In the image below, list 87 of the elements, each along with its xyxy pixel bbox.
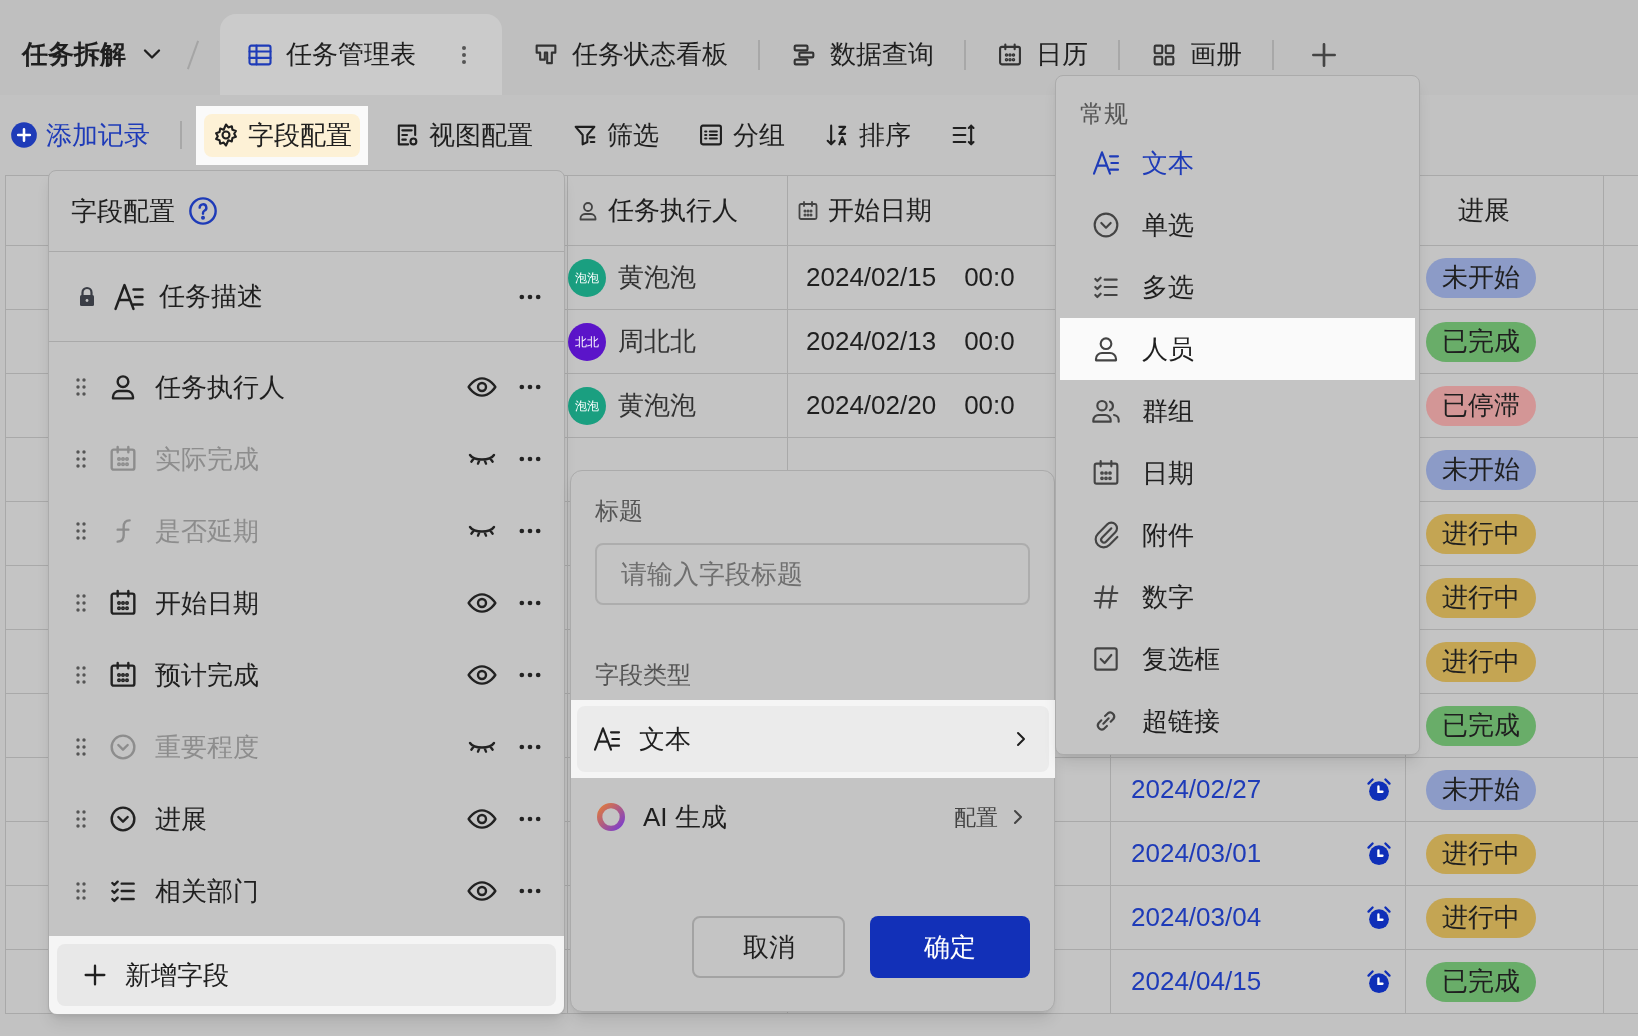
status-tag: 已完成 — [1426, 705, 1536, 746]
table-cell-text: 00:0 — [964, 389, 1015, 422]
table-cell-text: 2024/02/20 — [806, 389, 937, 422]
menu-item[interactable]: 附件 — [1060, 504, 1415, 566]
view-tab[interactable]: 画册 — [1120, 14, 1272, 95]
menu-item[interactable]: 数字 — [1060, 566, 1415, 628]
field-label: 字段类型 — [594, 660, 692, 690]
status-tag: 已停滞 — [1426, 385, 1536, 426]
drag-handle-icon[interactable] — [75, 663, 87, 687]
drag-handle-icon[interactable] — [75, 375, 87, 399]
menu-item[interactable]: 单选 — [1060, 194, 1415, 256]
ai-label: AI 生成 — [643, 800, 728, 834]
field-config-button[interactable]: 字段配置 — [196, 105, 368, 165]
toolbar-button[interactable]: 筛选 — [562, 105, 668, 165]
drag-handle-icon[interactable] — [75, 519, 87, 543]
panel-title: 字段配置 — [71, 194, 175, 228]
view-tab[interactable]: 日历 — [966, 14, 1118, 95]
toolbar-button[interactable]: 分组 — [688, 105, 794, 165]
alarm-icon — [1365, 775, 1393, 804]
column-header[interactable]: 任务执行人 — [576, 191, 738, 230]
menu-heading: 常规 — [1079, 99, 1129, 129]
field-name: 预计完成 — [155, 658, 260, 692]
field-name: 开始日期 — [155, 586, 260, 620]
table-cell-text: 00:0 — [964, 325, 1015, 358]
add-record-button[interactable]: 添加记录 — [10, 115, 150, 155]
alarm-icon — [1365, 903, 1393, 932]
settings-icon — [212, 121, 240, 149]
avatar: 泡泡 — [568, 258, 606, 297]
ai-ring-icon — [595, 801, 627, 833]
toolbar-button[interactable]: 视图配置 — [384, 105, 542, 165]
status-tag: 已完成 — [1426, 321, 1536, 362]
status-tag: 进行中 — [1426, 641, 1536, 682]
field-name: 任务描述 — [159, 280, 264, 313]
table-cell-text: 周北北 — [618, 325, 696, 358]
view-tab[interactable]: 数据查询 — [760, 14, 964, 95]
cancel-button[interactable]: 取消 — [692, 916, 845, 978]
field-name: 任务执行人 — [155, 370, 286, 404]
table-cell-text: 2024/02/13 — [806, 325, 937, 358]
menu-item[interactable]: 日期 — [1060, 442, 1415, 504]
title-input[interactable]: 请输入字段标题 — [595, 543, 1030, 605]
menu-item[interactable]: 人员 — [1060, 318, 1415, 380]
table-cell-text: 00:0 — [964, 261, 1015, 294]
table-cell-text: 黄泡泡 — [618, 389, 696, 422]
status-tag: 进行中 — [1426, 577, 1536, 618]
drag-handle-icon[interactable] — [75, 807, 87, 831]
status-tag: 进行中 — [1426, 833, 1536, 874]
base-title-menu[interactable]: 任务拆解 — [22, 14, 166, 94]
menu-item[interactable]: 文本 — [1060, 132, 1415, 194]
configure-link[interactable]: 配置 — [954, 800, 1030, 834]
date-link[interactable]: 2024/03/04 — [1131, 898, 1262, 937]
status-tag: 未开始 — [1426, 257, 1536, 298]
menu-item[interactable]: 多选 — [1060, 256, 1415, 318]
drag-handle-icon[interactable] — [75, 447, 87, 471]
view-tab[interactable]: 任务管理表 — [220, 14, 502, 95]
alarm-icon — [1365, 839, 1393, 868]
drag-handle-icon[interactable] — [75, 879, 87, 903]
confirm-button[interactable]: 确定 — [870, 916, 1030, 978]
calendar-icon — [796, 198, 820, 223]
table-cell-text: 黄泡泡 — [618, 261, 696, 294]
status-tag: 进行中 — [1426, 513, 1536, 554]
add-field-button[interactable]: 新增字段 — [57, 944, 556, 1006]
column-header[interactable]: 开始日期 — [796, 191, 932, 230]
toolbar-button[interactable]: 排序 — [814, 105, 920, 165]
date-link[interactable]: 2024/04/15 — [1131, 962, 1262, 1001]
help-icon[interactable] — [187, 195, 219, 227]
table-cell-text: 2024/02/15 — [806, 261, 937, 294]
status-tag: 未开始 — [1426, 449, 1536, 490]
field-name: 相关部门 — [155, 874, 260, 908]
field-name: 进展 — [155, 802, 208, 836]
status-tag: 未开始 — [1426, 769, 1536, 810]
date-link[interactable]: 2024/02/27 — [1131, 770, 1262, 809]
menu-item[interactable]: 复选框 — [1060, 628, 1415, 690]
alarm-icon — [1365, 967, 1393, 996]
menu-item[interactable]: 群组 — [1060, 380, 1415, 442]
menu-item[interactable]: 超链接 — [1060, 690, 1415, 752]
plus-icon — [10, 121, 38, 149]
date-link[interactable]: 2024/03/01 — [1131, 834, 1262, 873]
status-tag: 进行中 — [1426, 897, 1536, 938]
drag-handle-icon[interactable] — [75, 735, 87, 759]
view-tab[interactable]: 任务状态看板 — [502, 14, 758, 95]
column-header[interactable]: 进展 — [1458, 191, 1510, 230]
avatar: 泡泡 — [568, 386, 606, 425]
avatar: 北北 — [568, 322, 606, 361]
status-tag: 已完成 — [1426, 961, 1536, 1002]
drag-handle-icon[interactable] — [75, 591, 87, 615]
field-type-select[interactable]: 文本 — [577, 706, 1049, 772]
field-label: 标题 — [594, 496, 644, 526]
